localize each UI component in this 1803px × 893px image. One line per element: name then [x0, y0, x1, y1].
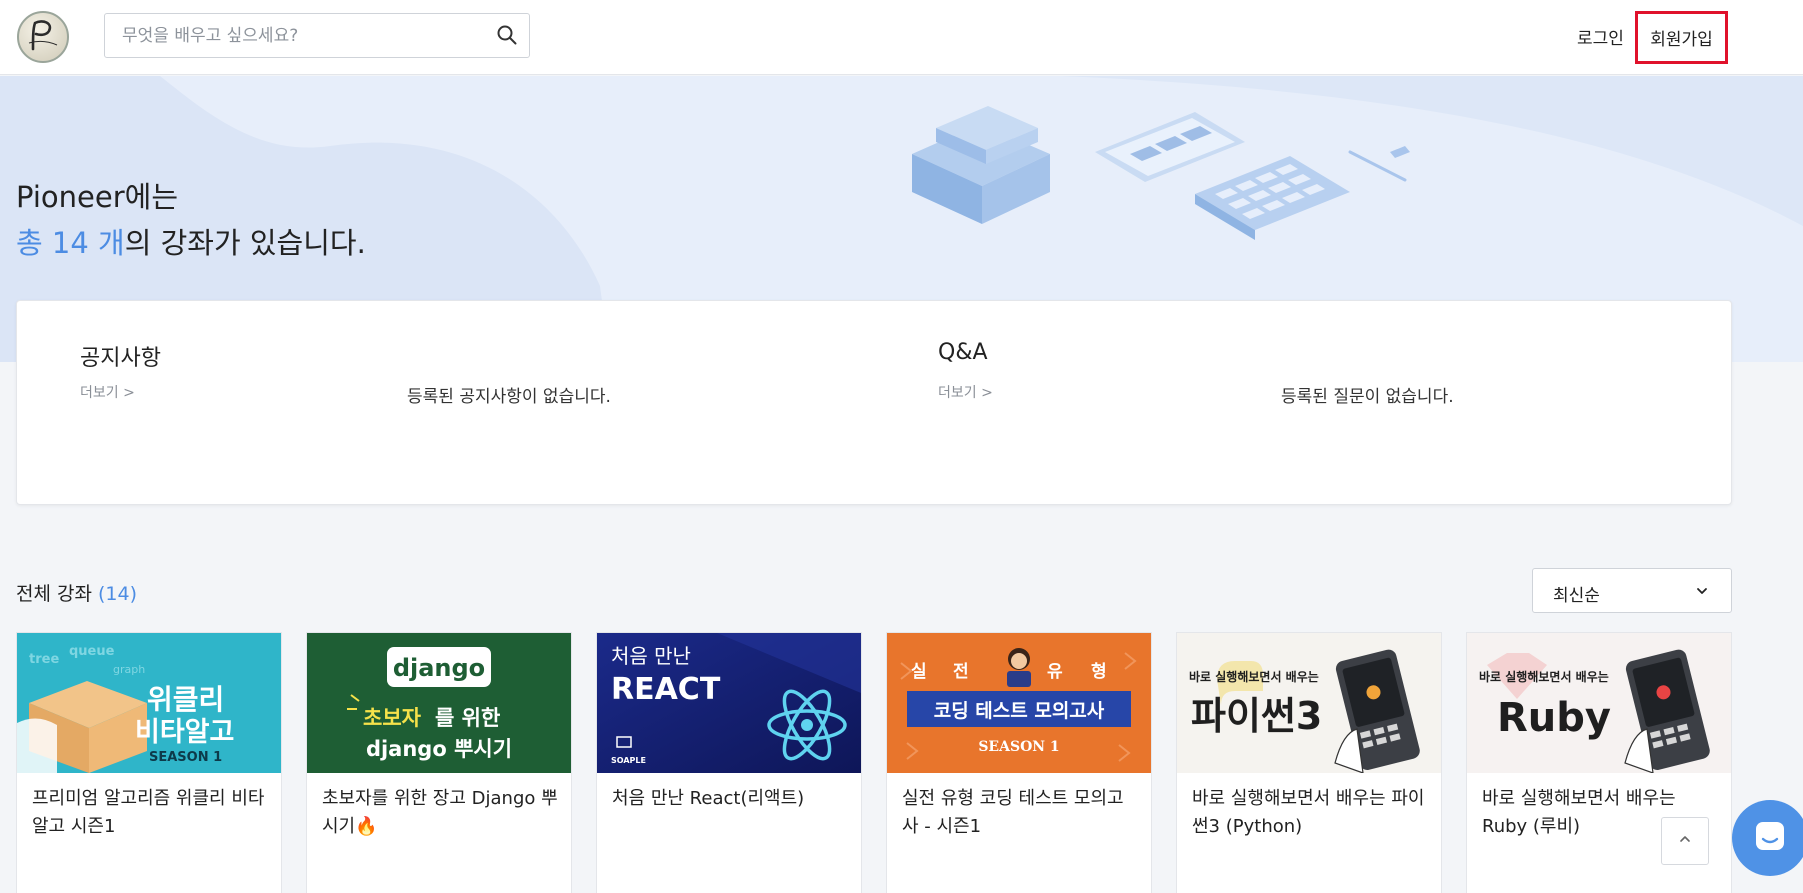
course-thumbnail: 처음 만난 REACT SOAPLE: [597, 633, 861, 773]
course-list-label: 전체 강좌: [16, 583, 92, 605]
thumb-season: SEASON 1: [149, 750, 222, 765]
hero-headline: Pioneer에는 총 14 개의 강좌가 있습니다.: [16, 174, 366, 266]
thumb-char-1: 실: [911, 662, 927, 682]
course-list-count: (14): [98, 583, 138, 605]
thumb-deco-graph: graph: [113, 663, 145, 676]
qa-empty-message: 등록된 질문이 없습니다.: [1281, 387, 1454, 407]
course-title: 실전 유형 코딩 테스트 모의고사 - 시즌1: [902, 788, 1124, 837]
thumb-char-4: 형: [1091, 661, 1107, 682]
course-title: 초보자를 위한 장고 Django 뿌시기🔥: [322, 788, 558, 837]
notice-title: 공지사항: [80, 346, 161, 371]
login-link[interactable]: 로그인: [1577, 24, 1624, 49]
course-list-heading: 전체 강좌 (14): [16, 579, 137, 606]
page: 로그인 회원가입: [0, 0, 1803, 893]
chevron-down-icon: [1695, 583, 1709, 602]
hero-line-2-rest: 의 강좌가 있습니다.: [124, 226, 366, 260]
logo-mark: [28, 20, 58, 51]
course-title: 처음 만난 React(리액트): [612, 788, 805, 809]
thumb-title-2: 비타알고: [135, 717, 234, 748]
thumb-title-1b: 를 위한: [435, 706, 500, 730]
course-card-python3[interactable]: 바로 실행해보면서 배우는 파이썬3 바로 실행해보면서 배우는 파이썬3 (P…: [1176, 632, 1442, 893]
thumb-deco-tree: tree: [29, 652, 59, 667]
search-icon[interactable]: [495, 23, 519, 47]
thumb-title: Ruby: [1497, 695, 1611, 741]
thumb-subtitle: 바로 실행해보면서 배우는: [1479, 669, 1609, 684]
thumb-title-1a: 초보자: [363, 706, 422, 730]
course-card-coding-test[interactable]: 실 전 유 형 코딩 테스트 모의고사 SEASON 1 실전 유형 코딩 테스…: [886, 632, 1152, 893]
chat-icon: [1752, 818, 1788, 858]
chat-button[interactable]: [1732, 800, 1803, 876]
thumb-season: SEASON 1: [978, 739, 1059, 755]
thumb-title-2: REACT: [611, 672, 721, 707]
signup-button[interactable]: 회원가입: [1635, 11, 1728, 64]
thumb-char-2: 전: [953, 662, 969, 682]
notice-empty-message: 등록된 공지사항이 없습니다.: [407, 387, 611, 407]
course-thumbnail: queue tree graph 위클리 비타알고 SEASON 1: [17, 633, 281, 773]
thumb-title-1: 위클리: [147, 683, 224, 716]
thumb-django-logo: django: [393, 654, 485, 682]
thumb-brand: SOAPLE: [611, 756, 646, 765]
course-thumbnail: 바로 실행해보면서 배우는 Ruby: [1467, 633, 1731, 773]
thumb-char-3: 유: [1047, 662, 1063, 682]
pioneer-logo[interactable]: [17, 11, 69, 63]
notice-more-link[interactable]: 더보기 >: [80, 382, 135, 402]
top-header: 로그인 회원가입: [0, 0, 1803, 75]
course-thumbnail: 실 전 유 형 코딩 테스트 모의고사 SEASON 1: [887, 633, 1151, 773]
course-thumbnail: django 초보자 를 위한 django 뿌시기: [307, 633, 571, 773]
thumb-title-1: 코딩 테스트 모의고사: [934, 700, 1105, 722]
thumb-deco-queue: queue: [69, 644, 115, 659]
sort-selected-value: 최신순: [1553, 586, 1600, 606]
course-card-react[interactable]: 처음 만난 REACT SOAPLE 처음 만난 React(리액트): [596, 632, 862, 893]
course-title: 바로 실행해보면서 배우는 파이썬3 (Python): [1192, 788, 1425, 837]
hero-line-2: 총 14 개의 강좌가 있습니다.: [16, 220, 366, 266]
thumb-title-1: 처음 만난: [611, 644, 691, 668]
course-thumbnail: 바로 실행해보면서 배우는 파이썬3: [1177, 633, 1441, 773]
thumb-subtitle: 바로 실행해보면서 배우는: [1189, 669, 1319, 684]
search-input[interactable]: [105, 14, 475, 57]
course-card-vitaalgo[interactable]: queue tree graph 위클리 비타알고 SEASON 1 프리미엄 …: [16, 632, 282, 893]
search-box: [104, 13, 530, 58]
signup-label: 회원가입: [1650, 30, 1713, 50]
course-card-django[interactable]: django 초보자 를 위한 django 뿌시기 초보자를 위한 장고 Dj…: [306, 632, 572, 893]
notice-qa-board: 공지사항 더보기 > 등록된 공지사항이 없습니다. Q&A 더보기 > 등록된…: [16, 300, 1732, 505]
course-title: 프리미엄 알고리즘 위클리 비타알고 시즌1: [32, 788, 265, 837]
chevron-up-icon: [1677, 831, 1693, 851]
thumb-title: 파이썬3: [1191, 694, 1322, 738]
qa-title: Q&A: [938, 340, 988, 365]
sort-dropdown[interactable]: 최신순: [1532, 568, 1732, 613]
qa-more-link[interactable]: 더보기 >: [938, 382, 993, 402]
course-total-highlight: 총 14 개: [16, 226, 125, 260]
hero-illustration: [912, 106, 1410, 240]
scroll-top-button[interactable]: [1661, 817, 1709, 865]
hero-line-1: Pioneer에는: [16, 180, 178, 214]
thumb-title-2: django 뿌시기: [366, 737, 512, 761]
